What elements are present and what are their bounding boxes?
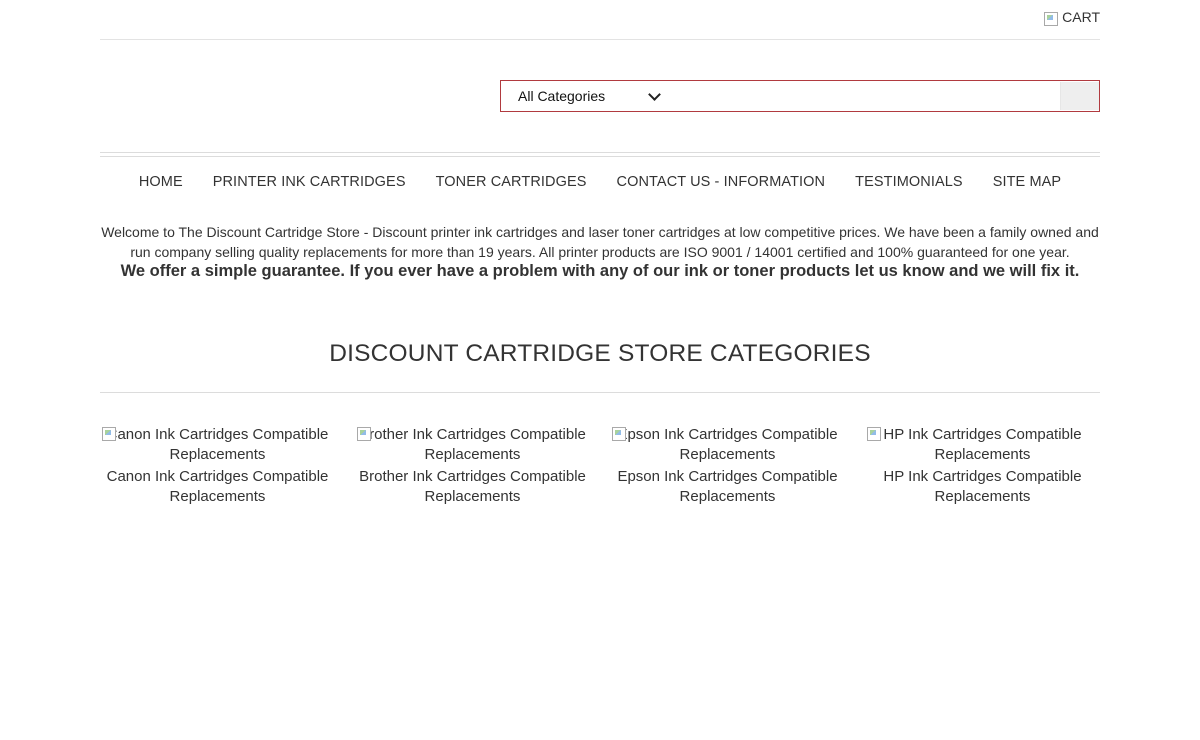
cart-link[interactable]: CART <box>1044 9 1100 26</box>
guarantee-text: We offer a simple guarantee. If you ever… <box>120 262 1080 280</box>
header: All Categories <box>100 40 1100 153</box>
nav-site-map[interactable]: SITE MAP <box>993 174 1061 209</box>
welcome-text: Welcome to The Discount Cartridge Store … <box>101 224 1099 260</box>
category-select[interactable]: All Categories <box>501 81 661 111</box>
nav-testimonials[interactable]: TESTIMONIALS <box>855 174 963 209</box>
category-image[interactable]: Epson Ink Cartridges Compatible Replacem… <box>610 425 845 465</box>
category-image-alt: Epson Ink Cartridges Compatible Replacem… <box>617 426 838 463</box>
top-bar: CART <box>100 0 1100 40</box>
search-input[interactable] <box>661 80 1060 112</box>
category-image-alt: Canon Ink Cartridges Compatible Replacem… <box>106 426 329 463</box>
category-name[interactable]: Epson Ink Cartridges Compatible Replacem… <box>610 467 845 507</box>
categories-title: DISCOUNT CARTRIDGE STORE CATEGORIES <box>329 340 871 367</box>
page: CART All Categories HOME PRINTER INK CAR… <box>100 0 1100 507</box>
category-name[interactable]: HP Ink Cartridges Compatible Replacement… <box>865 467 1100 507</box>
category-card-brother[interactable]: Brother Ink Cartridges Compatible Replac… <box>355 425 590 507</box>
nav-contact-us[interactable]: CONTACT US - INFORMATION <box>617 174 826 209</box>
category-image-alt: Brother Ink Cartridges Compatible Replac… <box>359 426 586 463</box>
broken-image-icon <box>357 427 371 441</box>
category-image[interactable]: HP Ink Cartridges Compatible Replacement… <box>865 425 1100 465</box>
main-nav: HOME PRINTER INK CARTRIDGES TONER CARTRI… <box>100 157 1100 209</box>
broken-image-icon <box>867 427 881 441</box>
category-image-alt: HP Ink Cartridges Compatible Replacement… <box>883 426 1082 463</box>
category-card-hp[interactable]: HP Ink Cartridges Compatible Replacement… <box>865 425 1100 507</box>
category-image[interactable]: Brother Ink Cartridges Compatible Replac… <box>355 425 590 465</box>
nav-printer-ink-cartridges[interactable]: PRINTER INK CARTRIDGES <box>213 174 406 209</box>
search-button[interactable] <box>1060 82 1099 110</box>
category-select-value: All Categories <box>518 88 606 104</box>
categories-divider <box>100 392 1100 393</box>
category-name[interactable]: Canon Ink Cartridges Compatible Replacem… <box>100 467 335 507</box>
cart-label: CART <box>1062 9 1100 25</box>
nav-toner-cartridges[interactable]: TONER CARTRIDGES <box>436 174 587 209</box>
chevron-down-icon <box>648 88 661 101</box>
category-card-epson[interactable]: Epson Ink Cartridges Compatible Replacem… <box>610 425 845 507</box>
broken-image-icon <box>102 427 116 441</box>
category-image[interactable]: Canon Ink Cartridges Compatible Replacem… <box>100 425 335 465</box>
cart-icon <box>1044 12 1059 26</box>
category-card-canon[interactable]: Canon Ink Cartridges Compatible Replacem… <box>100 425 335 507</box>
category-name[interactable]: Brother Ink Cartridges Compatible Replac… <box>355 467 590 507</box>
broken-image-icon <box>612 427 626 441</box>
search-bar: All Categories <box>500 80 1100 112</box>
category-grid: Canon Ink Cartridges Compatible Replacem… <box>100 425 1100 507</box>
nav-home[interactable]: HOME <box>139 174 183 209</box>
